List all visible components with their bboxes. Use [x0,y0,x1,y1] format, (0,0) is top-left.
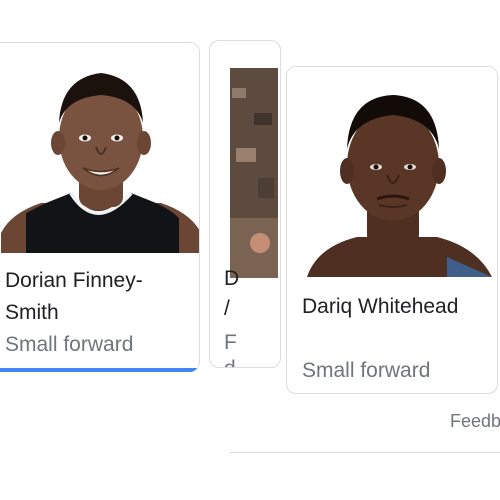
player-photo [287,67,497,277]
player-name-fragment: / [224,297,230,320]
player-photo [230,68,278,278]
player-card-partial[interactable]: D / F d [209,40,281,368]
player-position: Small forward [302,359,431,382]
player-position-fragment: d [224,355,236,367]
player-name: Dariq Whitehead [302,295,459,318]
player-card-dariq-whitehead[interactable]: Dariq Whitehead Small forward [286,66,498,394]
feedback-link[interactable]: Feedb [450,410,500,432]
player-photo [1,43,199,253]
player-name: Dorian Finney- Smith [5,269,143,324]
player-position: Small forward [5,333,134,356]
player-card-dorian-finney-smith[interactable]: Dorian Finney- Smith Small forward [0,42,200,372]
selected-indicator [0,368,199,372]
divider [230,452,500,453]
player-name-fragment: D [224,267,238,290]
player-position-fragment: F [224,331,237,354]
